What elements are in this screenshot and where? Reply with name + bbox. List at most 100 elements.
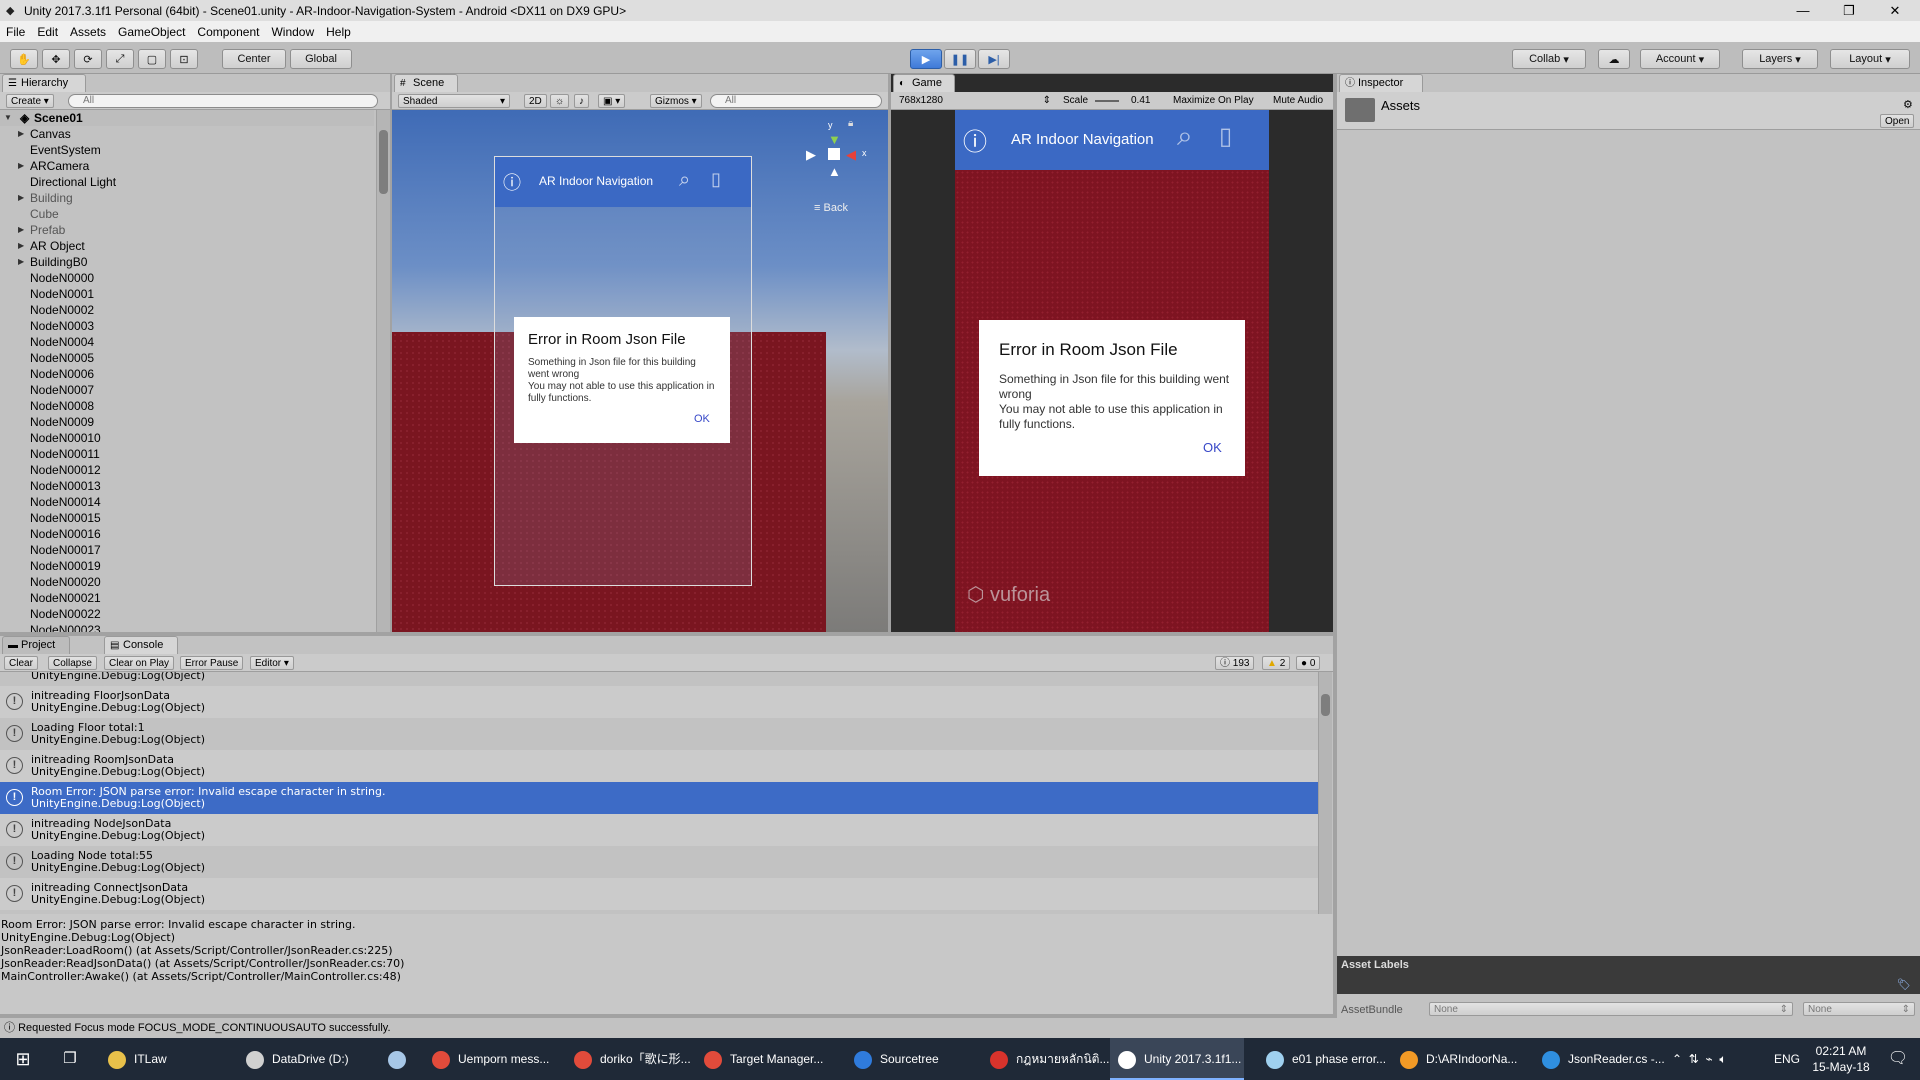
hierarchy-item[interactable]: Cube xyxy=(0,206,374,222)
restore-button[interactable]: ❐ xyxy=(1826,0,1872,21)
hierarchy-item[interactable]: NodeN00017 xyxy=(0,542,374,558)
hierarchy-item[interactable]: NodeN00012 xyxy=(0,462,374,478)
lighting-toggle-icon[interactable]: ☼ xyxy=(550,94,570,108)
hierarchy-item[interactable]: NodeN0007 xyxy=(0,382,374,398)
layout-dropdown[interactable]: Layout ▾ xyxy=(1830,49,1910,69)
tab-inspector[interactable]: ⓘ Inspector xyxy=(1339,74,1423,92)
pivot-global-button[interactable]: Global xyxy=(290,49,352,69)
shading-dropdown[interactable]: Shaded ▾ xyxy=(398,94,510,108)
taskbar-item[interactable]: JsonReader.cs -... xyxy=(1534,1038,1668,1080)
hierarchy-item[interactable]: NodeN0000 xyxy=(0,270,374,286)
hierarchy-item[interactable]: NodeN00010 xyxy=(0,430,374,446)
taskbar-item[interactable]: DataDrive (D:) xyxy=(238,1038,372,1080)
expand-arrow-icon[interactable]: ▼ xyxy=(4,110,12,126)
tray-icons[interactable]: ⌃ ⇅ ⌁ 🔈︎ xyxy=(1672,1038,1727,1080)
hierarchy-item[interactable]: ▶ Building xyxy=(0,190,374,206)
hierarchy-item[interactable]: NodeN00020 xyxy=(0,574,374,590)
console-entry[interactable]: ! initreading RoomJsonData UnityEngine.Deb… xyxy=(0,750,1318,782)
expand-arrow-icon[interactable]: ▶ xyxy=(18,190,24,206)
maximize-on-play-toggle[interactable]: Maximize On Play xyxy=(1169,94,1258,108)
play-button[interactable]: ▶ xyxy=(910,49,942,69)
error-count-toggle[interactable]: ● 0 xyxy=(1296,656,1321,670)
hierarchy-item[interactable]: NodeN00013 xyxy=(0,478,374,494)
rotate-tool-icon[interactable]: ⟳ xyxy=(74,49,102,69)
tab-game[interactable]: ◐ Game xyxy=(893,74,955,92)
scene-viewport[interactable]: ⓘ AR Indoor Navigation ⌕ ▯ Error in Room… xyxy=(392,110,888,632)
warning-count-toggle[interactable]: ▲ 2 xyxy=(1262,656,1291,670)
hierarchy-item[interactable]: ▶ Prefab xyxy=(0,222,374,238)
editor-dropdown[interactable]: Editor ▾ xyxy=(250,656,294,670)
menu-component[interactable]: Component xyxy=(191,25,265,39)
clear-button[interactable]: Clear xyxy=(4,656,38,670)
hierarchy-item[interactable]: NodeN00022 xyxy=(0,606,374,622)
hierarchy-item[interactable]: Directional Light xyxy=(0,174,374,190)
label-tag-icon[interactable]: 🏷︎ xyxy=(1897,978,1911,991)
scene-search-input[interactable]: All xyxy=(710,94,882,108)
scale-slider[interactable] xyxy=(1095,100,1119,102)
hierarchy-item[interactable]: NodeN00019 xyxy=(0,558,374,574)
scroll-thumb[interactable] xyxy=(379,130,388,194)
game-dialog-ok[interactable]: OK xyxy=(1203,440,1222,455)
menu-file[interactable]: File xyxy=(0,25,31,39)
console-entry[interactable]: ! Loading Floor total:1 UnityEngine.Debug:… xyxy=(0,718,1318,750)
search-icon[interactable]: ⌕ xyxy=(1177,120,1193,153)
mode-2d-toggle[interactable]: 2D xyxy=(524,94,547,108)
close-button[interactable]: ✕ xyxy=(1872,0,1918,21)
hierarchy-item[interactable]: NodeN0008 xyxy=(0,398,374,414)
console-entry[interactable]: ! Loading Node total:55 UnityEngine.Debug:… xyxy=(0,846,1318,878)
hierarchy-item[interactable]: ▶ AR Object xyxy=(0,238,374,254)
menu-window[interactable]: Window xyxy=(265,25,320,39)
console-scroll-thumb[interactable] xyxy=(1321,694,1330,716)
hierarchy-item[interactable]: EventSystem xyxy=(0,142,374,158)
hand-tool-icon[interactable]: ✋ xyxy=(10,49,38,69)
taskbar-item[interactable]: กฎหมายหลักนิติ... xyxy=(982,1038,1116,1080)
log-count-toggle[interactable]: ⓘ 193 xyxy=(1215,656,1255,670)
expand-arrow-icon[interactable]: ▶ xyxy=(18,158,24,174)
game-viewport[interactable]: ⓘ AR Indoor Navigation ⌕ ▯ Error in Room… xyxy=(955,110,1269,632)
open-button[interactable]: Open xyxy=(1880,114,1915,128)
hierarchy-item[interactable]: NodeN0005 xyxy=(0,350,374,366)
settings-gear-icon[interactable]: ⚙ xyxy=(1903,98,1913,111)
console-entry[interactable]: ! initreading NodeJsonData UnityEngine.Deb… xyxy=(0,814,1318,846)
account-dropdown[interactable]: Account ▾ xyxy=(1640,49,1720,69)
hierarchy-search-input[interactable]: All xyxy=(68,94,378,108)
hierarchy-item[interactable]: NodeN0003 xyxy=(0,318,374,334)
notifications-icon[interactable]: 🗨︎ xyxy=(1880,1038,1916,1080)
menu-assets[interactable]: Assets xyxy=(64,25,112,39)
expand-arrow-icon[interactable]: ▶ xyxy=(18,238,24,254)
hierarchy-scrollbar[interactable] xyxy=(376,110,390,632)
layers-dropdown[interactable]: Layers ▾ xyxy=(1742,49,1818,69)
resolution-dropdown[interactable]: 768x1280 ⇕ xyxy=(895,94,1055,108)
assetbundle-dropdown[interactable]: None ⇕ xyxy=(1429,1002,1793,1016)
hierarchy-item[interactable]: ▶ BuildingB0 xyxy=(0,254,374,270)
gizmos-dropdown[interactable]: Gizmos ▾ xyxy=(650,94,702,108)
error-pause-toggle[interactable]: Error Pause xyxy=(180,656,244,670)
taskbar-item[interactable]: D:\ARIndoorNa... xyxy=(1392,1038,1526,1080)
hierarchy-item[interactable]: NodeN00015 xyxy=(0,510,374,526)
transform-tool-icon[interactable]: ⊡ xyxy=(170,49,198,69)
expand-arrow-icon[interactable]: ▶ xyxy=(18,254,24,270)
mute-audio-toggle[interactable]: Mute Audio xyxy=(1269,94,1327,108)
input-language[interactable]: ENG xyxy=(1774,1038,1800,1080)
hierarchy-item[interactable]: NodeN00023 xyxy=(0,622,374,632)
hierarchy-item[interactable]: NodeN00021 xyxy=(0,590,374,606)
tab-console[interactable]: ▤ Console xyxy=(104,636,178,654)
minimize-button[interactable]: — xyxy=(1780,0,1826,21)
tab-scene[interactable]: # Scene xyxy=(394,74,458,92)
variant-dropdown[interactable]: None ⇕ xyxy=(1803,1002,1915,1016)
menu-gameobject[interactable]: GameObject xyxy=(112,25,191,39)
taskbar-item[interactable]: Target Manager... xyxy=(696,1038,830,1080)
map-icon[interactable]: ▯ xyxy=(1219,122,1232,151)
task-view-icon[interactable]: ❐ xyxy=(50,1038,90,1080)
clock[interactable]: 02:21 AM 15-May-18 xyxy=(1806,1038,1876,1080)
windows-start-icon[interactable]: ⊞ xyxy=(0,1038,46,1080)
hierarchy-item[interactable]: ▶ Canvas xyxy=(0,126,374,142)
tab-project[interactable]: ▬ Project xyxy=(2,636,70,654)
taskbar-item[interactable]: Unity 2017.3.1f1... xyxy=(1110,1038,1244,1080)
taskbar-item[interactable]: ITLaw xyxy=(100,1038,234,1080)
taskbar-item[interactable] xyxy=(380,1038,420,1080)
hierarchy-item[interactable]: ▶ ARCamera xyxy=(0,158,374,174)
taskbar-item[interactable]: Sourcetree xyxy=(846,1038,980,1080)
scene-dialog-ok[interactable]: OK xyxy=(694,413,710,425)
menu-edit[interactable]: Edit xyxy=(31,25,64,39)
